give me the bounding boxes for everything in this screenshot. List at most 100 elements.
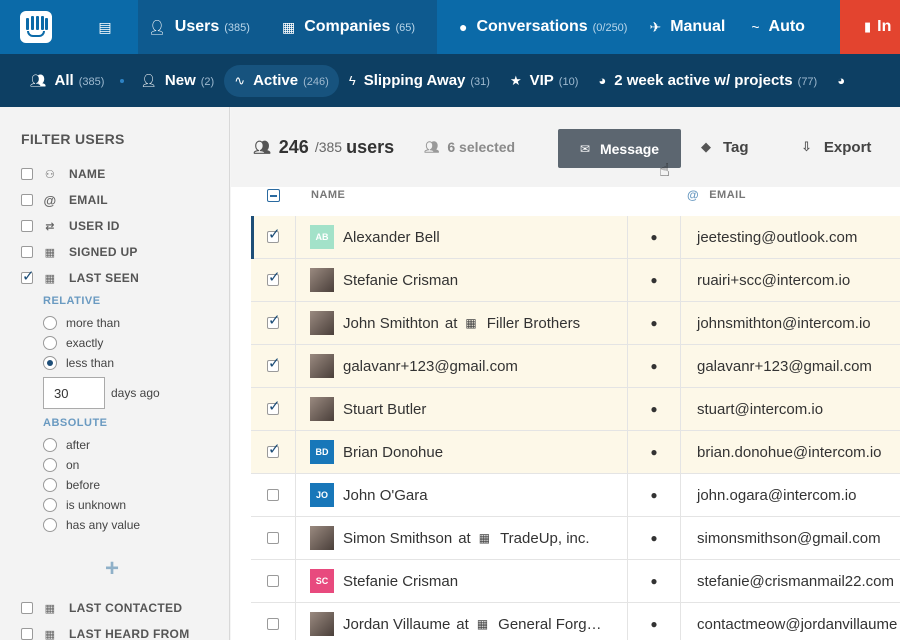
row-checkbox-checked[interactable] <box>267 225 281 243</box>
nav-users[interactable]: 👤︎ Users (385) <box>138 0 266 54</box>
table-row[interactable]: BD Brian Donohue ● brian.donohue@intercom.i… <box>251 430 900 474</box>
nav-companies[interactable]: ▦ Companies (65) <box>265 0 437 54</box>
table-row[interactable]: John Smithton at ▦ Filler Brothers ● johnsmit… <box>251 301 900 345</box>
days-input[interactable]: 30 <box>43 377 105 409</box>
company-name[interactable]: Filler Brothers <box>487 315 580 332</box>
segment-more-cut[interactable]: ◕ <box>827 65 863 97</box>
segment-all[interactable]: 👥︎ All (385) <box>20 65 114 97</box>
radio-button[interactable] <box>43 518 57 532</box>
table-row[interactable]: SC Stefanie Crisman ● stefanie@crismanmail2… <box>251 559 900 603</box>
table-row[interactable]: JO John O'Gara ● john.ogara@intercom.io <box>251 473 900 517</box>
segment-new[interactable]: 👤︎ New (2) <box>130 65 224 97</box>
filter-user-id[interactable]: ⇄ USER ID <box>21 213 229 239</box>
table-row[interactable]: Jordan Villaume at ▦ General Forg… ● contactm… <box>251 602 900 640</box>
user-icon: 👤︎ <box>148 18 166 35</box>
user-name: Stefanie Crisman <box>343 572 459 590</box>
filter-checkbox[interactable] <box>21 602 33 614</box>
nav-inbox-cut[interactable]: ▮ In <box>840 0 900 54</box>
table-row[interactable]: AB Alexander Bell ● jeetesting@outlook.com <box>251 215 900 259</box>
radio-button[interactable] <box>43 438 57 452</box>
filter-checkbox[interactable] <box>21 168 33 180</box>
filter-checkbox[interactable] <box>21 628 33 640</box>
intercom-logo-button[interactable] <box>0 0 72 54</box>
filter-last-seen[interactable]: ▦ LAST SEEN <box>21 265 229 291</box>
company-name[interactable]: General Forg… <box>498 616 601 633</box>
radio-button[interactable] <box>43 316 57 330</box>
name-cell[interactable]: SC Stefanie Crisman <box>296 559 628 603</box>
radio-after[interactable]: after <box>43 435 229 455</box>
newspaper-nav-button[interactable]: ▤ <box>72 0 138 54</box>
filter-last-contacted[interactable]: ▦ LAST CONTACTED <box>21 595 229 621</box>
radio-on[interactable]: on <box>43 455 229 475</box>
name-cell[interactable]: Stuart Butler <box>296 387 628 431</box>
radio-button[interactable] <box>43 458 57 472</box>
name-cell[interactable]: JO John O'Gara <box>296 473 628 517</box>
table-row[interactable]: Stuart Butler ● stuart@intercom.io <box>251 387 900 431</box>
name-cell[interactable]: galavanr+123@gmail.com <box>296 344 628 388</box>
name-cell[interactable]: AB Alexander Bell <box>296 215 628 259</box>
column-header-email[interactable]: @ EMAIL <box>671 188 746 202</box>
chat-cell[interactable]: ● <box>628 473 681 517</box>
column-header-name[interactable]: NAME <box>297 189 671 201</box>
filter-checkbox-checked[interactable] <box>21 267 35 285</box>
row-checkbox[interactable] <box>267 618 279 630</box>
chat-cell[interactable]: ● <box>628 516 681 560</box>
table-row[interactable]: Stefanie Crisman ● ruairi+scc@intercom.io <box>251 258 900 302</box>
segment-slipping-away[interactable]: ϟ Slipping Away (31) <box>339 65 500 97</box>
filter-signed-up[interactable]: ▦ SIGNED UP <box>21 239 229 265</box>
header-check-cell <box>253 188 297 202</box>
email-cell: brian.donohue@intercom.io <box>697 443 882 461</box>
table-row[interactable]: Simon Smithson at ▦ TradeUp, inc. ● simonsmit… <box>251 516 900 560</box>
radio-has-any-value[interactable]: has any value <box>43 515 229 535</box>
filter-email[interactable]: @ EMAIL <box>21 187 229 213</box>
name-cell[interactable]: Simon Smithson at ▦ TradeUp, inc. <box>296 516 628 560</box>
row-checkbox-checked[interactable] <box>267 440 281 458</box>
segment-label: VIP <box>529 72 554 89</box>
filter-checkbox[interactable] <box>21 220 33 232</box>
name-cell[interactable]: John Smithton at ▦ Filler Brothers <box>296 301 628 345</box>
nav-manual[interactable]: ✈︎ Manual <box>643 0 741 54</box>
row-checkbox[interactable] <box>267 489 279 501</box>
name-cell[interactable]: BD Brian Donohue <box>296 430 628 474</box>
chat-cell[interactable]: ● <box>628 344 681 388</box>
filter-checkbox[interactable] <box>21 246 33 258</box>
select-all-checkbox[interactable] <box>267 188 280 202</box>
segment-vip[interactable]: ★ VIP (10) <box>500 65 588 97</box>
nav-conversations[interactable]: ● Conversations (0/250) <box>437 0 643 54</box>
row-checkbox[interactable] <box>267 532 279 544</box>
tag-button[interactable]: ◆ Tag <box>701 129 749 165</box>
filter-name[interactable]: ⚇ NAME <box>21 161 229 187</box>
row-checkbox-checked[interactable] <box>267 311 281 329</box>
radio-less-than[interactable]: less than <box>43 353 229 373</box>
chat-cell[interactable]: ● <box>628 258 681 302</box>
company-name[interactable]: TradeUp, inc. <box>500 530 589 547</box>
radio-button-selected[interactable] <box>43 356 57 370</box>
add-filter-button[interactable]: + <box>105 555 229 595</box>
nav-auto[interactable]: ~ Auto <box>741 0 821 54</box>
row-checkbox-checked[interactable] <box>267 354 281 372</box>
segment-active[interactable]: ∿ Active (246) <box>224 64 339 97</box>
chat-cell[interactable]: ● <box>628 387 681 431</box>
chat-cell[interactable]: ● <box>628 602 681 640</box>
radio-more-than[interactable]: more than <box>43 313 229 333</box>
radio-is-unknown[interactable]: is unknown <box>43 495 229 515</box>
chat-cell[interactable]: ● <box>628 559 681 603</box>
table-row[interactable]: galavanr+123@gmail.com ● galavanr+123@gmai… <box>251 344 900 388</box>
export-button[interactable]: ⇩ Export <box>801 129 871 165</box>
radio-button[interactable] <box>43 478 57 492</box>
chat-cell[interactable]: ● <box>628 215 681 259</box>
radio-before[interactable]: before <box>43 475 229 495</box>
filter-checkbox[interactable] <box>21 194 33 206</box>
segment-2-week-active[interactable]: ◕ 2 week active w/ projects (77) <box>588 65 827 97</box>
radio-button[interactable] <box>43 336 57 350</box>
chat-cell[interactable]: ● <box>628 301 681 345</box>
row-checkbox-checked[interactable] <box>267 397 281 415</box>
row-checkbox[interactable] <box>267 575 279 587</box>
row-checkbox-checked[interactable] <box>267 268 281 286</box>
name-cell[interactable]: Stefanie Crisman <box>296 258 628 302</box>
chat-cell[interactable]: ● <box>628 430 681 474</box>
filter-last-heard-from[interactable]: ▦ LAST HEARD FROM <box>21 621 229 640</box>
name-cell[interactable]: Jordan Villaume at ▦ General Forg… <box>296 602 628 640</box>
radio-button[interactable] <box>43 498 57 512</box>
radio-exactly[interactable]: exactly <box>43 333 229 353</box>
